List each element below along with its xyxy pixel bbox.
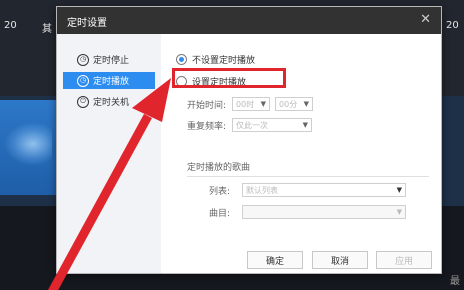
track-label: 曲目: — [209, 208, 231, 219]
repeat-label: 重复频率: — [187, 121, 227, 132]
background-count-text: 20 — [4, 20, 17, 31]
track-select[interactable]: ▼ — [242, 205, 407, 219]
list-label: 列表: — [209, 186, 231, 197]
timer-stop-icon: ◷ — [77, 53, 89, 66]
sidebar-item-label: 定时停止 — [93, 56, 130, 66]
close-icon[interactable]: ✕ — [420, 12, 431, 27]
list-select[interactable]: 默认列表 ▼ — [242, 183, 407, 197]
chevron-down-icon: ▼ — [303, 100, 310, 108]
chevron-down-icon: ▼ — [396, 186, 403, 194]
cancel-button[interactable]: 取消 — [312, 251, 368, 269]
minute-value: 00分 — [279, 99, 298, 109]
sidebar-item-timer-stop[interactable]: ◷ 定时停止 — [63, 51, 155, 68]
sidebar-item-label: 定时关机 — [93, 98, 130, 108]
radio-no-timer-label: 不设置定时播放 — [192, 55, 256, 66]
repeat-value: 仅此一次 — [236, 120, 269, 130]
start-time-label: 开始时间: — [187, 100, 227, 111]
background-footer-text: 最 — [450, 276, 460, 287]
sidebar-item-label: 定时播放 — [93, 77, 130, 87]
chevron-down-icon: ▼ — [302, 121, 309, 129]
radio-set-timer-label: 设置定时播放 — [192, 77, 247, 88]
list-row: 列表: 默认列表 ▼ — [209, 183, 407, 197]
sidebar-item-timer-play[interactable]: ◷ 定时播放 — [63, 72, 155, 89]
timer-play-icon: ◷ — [77, 74, 89, 87]
settings-content: 不设置定时播放 设置定时播放 开始时间: 00时 ▼ 00分 ▼ 重复频率: 仅… — [161, 34, 441, 273]
radio-no-timer[interactable]: 不设置定时播放 — [176, 52, 255, 66]
section-divider — [187, 176, 429, 177]
chevron-down-icon: ▼ — [396, 208, 403, 216]
repeat-row: 重复频率: 仅此一次 ▼ — [187, 118, 313, 132]
radio-set-timer[interactable]: 设置定时播放 — [176, 74, 246, 88]
power-icon: ⏻ — [77, 95, 89, 108]
songs-section-title: 定时播放的歌曲 — [187, 163, 251, 173]
radio-button-checked[interactable] — [176, 53, 187, 65]
timer-settings-dialog: 定时设置 ✕ ◷ 定时停止 ◷ 定时播放 ⏻ 定时关机 不设置定时播放 设置定时… — [56, 6, 442, 274]
background-art-graphic — [4, 122, 52, 166]
list-value: 默认列表 — [246, 185, 279, 195]
radio-button[interactable] — [176, 75, 187, 87]
repeat-select[interactable]: 仅此一次 ▼ — [232, 118, 313, 132]
chevron-down-icon: ▼ — [260, 100, 267, 108]
apply-button[interactable]: 应用 — [376, 251, 432, 269]
minute-select[interactable]: 00分 ▼ — [275, 97, 314, 111]
ok-button[interactable]: 确定 — [247, 251, 303, 269]
settings-sidebar: ◷ 定时停止 ◷ 定时播放 ⏻ 定时关机 — [57, 34, 161, 273]
start-time-row: 开始时间: 00时 ▼ 00分 ▼ — [187, 97, 314, 111]
hour-value: 00时 — [236, 99, 255, 109]
dialog-title: 定时设置 — [67, 18, 107, 29]
hour-select[interactable]: 00时 ▼ — [232, 97, 271, 111]
background-right-text: 20 — [446, 20, 459, 31]
sidebar-item-shutdown[interactable]: ⏻ 定时关机 — [63, 93, 155, 110]
dialog-titlebar: 定时设置 ✕ — [57, 7, 441, 34]
background-label-text: 其 — [42, 24, 52, 35]
track-row: 曲目: ▼ — [209, 205, 407, 219]
